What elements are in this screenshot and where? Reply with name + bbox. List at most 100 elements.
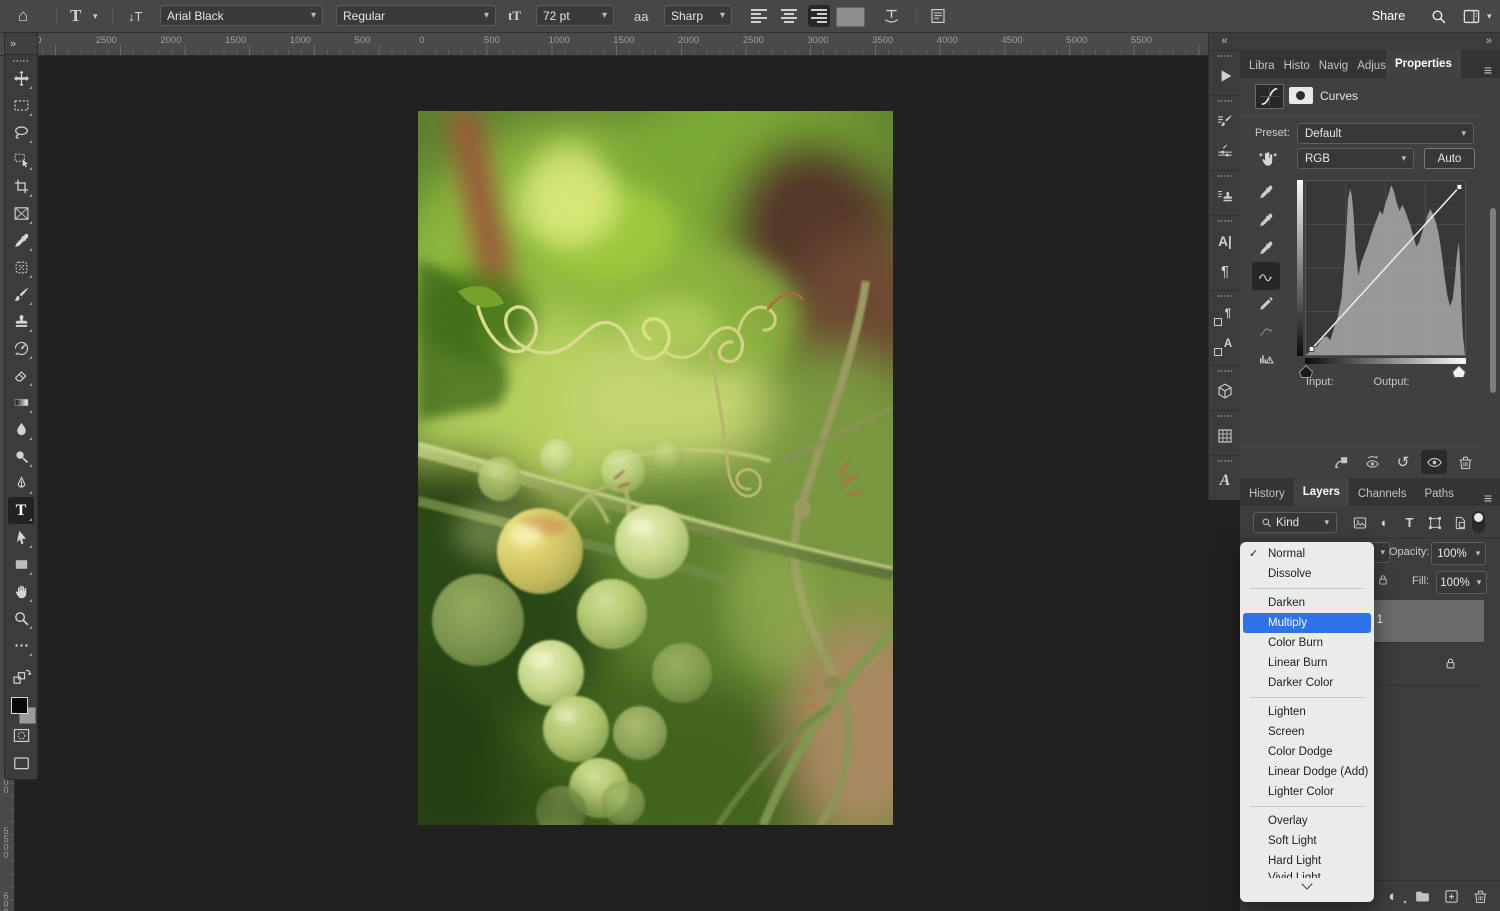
- dock-collapse-button[interactable]: «: [1209, 32, 1240, 50]
- white-point-eyedropper[interactable]: [1252, 234, 1280, 262]
- filter-shape-icon[interactable]: [1423, 512, 1446, 533]
- tab-layers[interactable]: Layers: [1294, 478, 1349, 506]
- tab-histo[interactable]: Histo: [1275, 54, 1310, 78]
- gray-point-eyedropper[interactable]: [1252, 206, 1280, 234]
- gradient-tool[interactable]: [8, 389, 34, 416]
- align-right-button[interactable]: [806, 5, 832, 27]
- blend-mode-soft-light[interactable]: Soft Light: [1240, 831, 1374, 851]
- dock-grip[interactable]: [1218, 370, 1232, 372]
- tab-navig[interactable]: Navig: [1310, 54, 1348, 78]
- foreground-color-swatch[interactable]: [11, 697, 28, 714]
- 3d-panel[interactable]: [1209, 376, 1241, 406]
- rectangle-tool[interactable]: [8, 551, 34, 578]
- tab-channels[interactable]: Channels: [1349, 482, 1416, 506]
- blend-mode-lighten[interactable]: Lighten: [1240, 702, 1374, 722]
- toggle-panels-icon[interactable]: [929, 0, 947, 32]
- screen-mode-icon[interactable]: [8, 751, 34, 775]
- actions-panel[interactable]: [1209, 61, 1241, 91]
- new-layer-icon[interactable]: [1438, 884, 1464, 908]
- curve-point-white[interactable]: [1457, 184, 1462, 189]
- blend-mode-dissolve[interactable]: Dissolve: [1240, 564, 1374, 584]
- panel-collapse-button[interactable]: »: [1240, 32, 1500, 50]
- targeted-adjustment-icon[interactable]: [1258, 149, 1278, 169]
- preset-select[interactable]: Default▾: [1297, 123, 1474, 144]
- eyedropper-tool[interactable]: [8, 227, 34, 254]
- filter-smart-object-icon[interactable]: [1448, 512, 1471, 533]
- type-tool-icon[interactable]: T: [70, 0, 81, 32]
- canvas-document[interactable]: [418, 111, 893, 825]
- new-adjustment-layer-icon[interactable]: ◐: [1380, 884, 1406, 908]
- blend-mode-lighter-color[interactable]: Lighter Color: [1240, 782, 1374, 802]
- brushes-panel[interactable]: [1209, 136, 1241, 166]
- eraser-tool[interactable]: [8, 362, 34, 389]
- white-input-slider[interactable]: [1452, 365, 1466, 378]
- blend-mode-linear-burn[interactable]: Linear Burn: [1240, 653, 1374, 673]
- text-color-swatch[interactable]: [836, 7, 865, 27]
- type-tool[interactable]: T: [8, 497, 34, 524]
- curve-grid[interactable]: [1305, 180, 1466, 356]
- fill-value[interactable]: 100%: [1436, 571, 1474, 594]
- dock-grip[interactable]: [1218, 460, 1232, 462]
- blend-mode-overlay[interactable]: Overlay: [1240, 811, 1374, 831]
- blend-mode-normal[interactable]: ✓Normal: [1240, 544, 1374, 564]
- blend-mode-screen[interactable]: Screen: [1240, 722, 1374, 742]
- toolbar-grip[interactable]: [13, 60, 29, 62]
- auto-button[interactable]: Auto: [1424, 148, 1475, 169]
- clone-stamp-tool[interactable]: [8, 308, 34, 335]
- home-icon[interactable]: ⌂: [18, 0, 28, 32]
- crop-tool[interactable]: [8, 173, 34, 200]
- dock-grip[interactable]: [1218, 100, 1232, 102]
- blend-mode-multiply[interactable]: Multiply: [1243, 613, 1371, 633]
- share-button[interactable]: Share: [1361, 3, 1416, 29]
- type-tool-caret[interactable]: ▾: [93, 0, 98, 32]
- black-point-eyedropper[interactable]: [1252, 178, 1280, 206]
- tab-adjus[interactable]: Adjus: [1348, 54, 1386, 78]
- pen-tool[interactable]: [8, 470, 34, 497]
- brush-tool[interactable]: [8, 281, 34, 308]
- blend-mode-color-dodge[interactable]: Color Dodge: [1240, 742, 1374, 762]
- visibility-eye-icon[interactable]: [1421, 450, 1447, 474]
- delete-adjustment-icon[interactable]: [1452, 450, 1478, 474]
- warp-text-icon[interactable]: [882, 0, 901, 32]
- paragraph-panel[interactable]: ¶: [1209, 256, 1241, 286]
- character-panel[interactable]: A|: [1209, 226, 1241, 256]
- new-group-icon[interactable]: [1409, 884, 1435, 908]
- properties-scrollbar[interactable]: [1490, 208, 1496, 393]
- lock-icon[interactable]: [1376, 573, 1390, 587]
- reset-icon[interactable]: ↺: [1390, 450, 1416, 474]
- history-brush-tool[interactable]: [8, 335, 34, 362]
- anti-alias-select[interactable]: Sharp▾: [664, 5, 732, 26]
- align-left-button[interactable]: [746, 5, 772, 27]
- clip-to-layer-icon[interactable]: [1328, 450, 1354, 474]
- dock-grip[interactable]: [1218, 220, 1232, 222]
- toolbar-expand-button[interactable]: »: [4, 32, 38, 54]
- text-orientation-icon[interactable]: ↓T: [128, 0, 142, 32]
- workspace-caret[interactable]: ▾: [1487, 0, 1492, 32]
- blur-tool[interactable]: [8, 416, 34, 443]
- tab-paths[interactable]: Paths: [1415, 482, 1462, 506]
- quick-mask-icon[interactable]: [8, 723, 34, 747]
- layers-panel-menu-icon[interactable]: ≡: [1484, 490, 1500, 506]
- zoom-tool[interactable]: [8, 605, 34, 632]
- healing-brush-tool[interactable]: [8, 254, 34, 281]
- dock-grip[interactable]: [1218, 415, 1232, 417]
- filter-adjustment-icon[interactable]: ◐: [1373, 512, 1396, 533]
- menu-scroll-down-icon[interactable]: [1240, 878, 1374, 894]
- path-selection-tool[interactable]: [8, 524, 34, 551]
- layer-mask-icon[interactable]: [1289, 87, 1313, 104]
- channel-select[interactable]: RGB▾: [1297, 148, 1414, 169]
- filter-type-icon[interactable]: T: [1398, 512, 1421, 533]
- search-icon[interactable]: [1430, 0, 1447, 32]
- opacity-value[interactable]: 100%: [1431, 542, 1473, 565]
- filter-toggle[interactable]: [1472, 511, 1485, 533]
- dock-grip[interactable]: [1218, 175, 1232, 177]
- object-selection-tool[interactable]: [8, 146, 34, 173]
- paragraph-styles-panel[interactable]: ¶: [1209, 301, 1241, 331]
- tab-libra[interactable]: Libra: [1240, 54, 1275, 78]
- blend-mode-darker-color[interactable]: Darker Color: [1240, 673, 1374, 693]
- edit-points-icon[interactable]: [1252, 262, 1280, 290]
- character-styles-panel[interactable]: A: [1209, 331, 1241, 361]
- blend-mode-linear-dodge-add-[interactable]: Linear Dodge (Add): [1240, 762, 1374, 782]
- hand-tool[interactable]: [8, 578, 34, 605]
- clone-source-panel[interactable]: [1209, 181, 1241, 211]
